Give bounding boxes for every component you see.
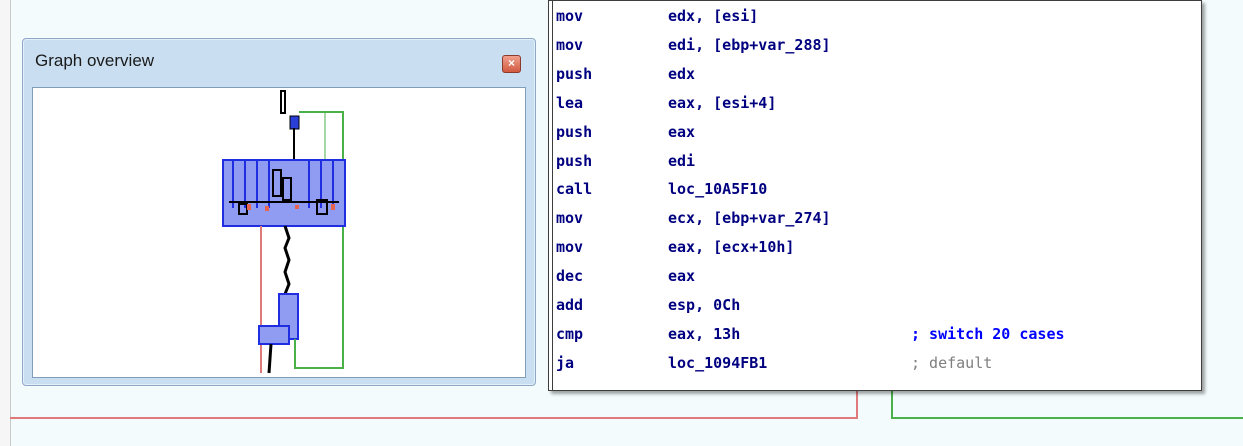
mnemonic[interactable]: mov: [556, 235, 583, 259]
instruction-row[interactable]: push edi: [556, 149, 1196, 173]
operand[interactable]: eax, [ecx+10h]: [668, 235, 794, 259]
mnemonic[interactable]: push: [556, 120, 592, 144]
comment: ; switch 20 cases: [911, 324, 1065, 343]
mnemonic[interactable]: ja: [556, 351, 574, 375]
graph-minimap: [222, 90, 346, 374]
instruction-row[interactable]: ja loc_1094FB1 ; default: [556, 351, 1196, 375]
operand[interactable]: eax: [668, 264, 695, 288]
minimap-exit-edge: [267, 343, 273, 374]
graph-overview-titlebar[interactable]: Graph overview ×: [23, 39, 535, 85]
graph-overview-panel[interactable]: Graph overview ×: [22, 38, 536, 386]
instruction-row[interactable]: push eax: [556, 120, 1196, 144]
instruction-row[interactable]: mov eax, [ecx+10h]: [556, 235, 1196, 259]
instruction-row[interactable]: lea eax, [esi+4]: [556, 91, 1196, 115]
mnemonic[interactable]: mov: [556, 206, 583, 230]
true-branch-edge: [891, 417, 1243, 419]
mnemonic[interactable]: lea: [556, 91, 583, 115]
graph-overview-canvas[interactable]: [32, 87, 526, 378]
false-branch-edge: [10, 417, 858, 419]
minimap-lower-block-2: [258, 325, 290, 345]
mnemonic[interactable]: add: [556, 293, 583, 317]
instruction-row[interactable]: mov edx, [esi]: [556, 4, 1196, 28]
instruction-row[interactable]: cmp eax, 13h ; switch 20 cases: [556, 322, 1196, 346]
mnemonic[interactable]: call: [556, 177, 592, 201]
operand[interactable]: loc_10A5F10: [668, 177, 767, 201]
true-branch-edge-vertical: [891, 388, 893, 419]
operand[interactable]: edx, [esi]: [668, 4, 758, 28]
operand[interactable]: eax, 13h: [668, 322, 740, 346]
mnemonic[interactable]: dec: [556, 264, 583, 288]
operand[interactable]: edx: [668, 62, 695, 86]
operand[interactable]: eax, [esi+4]: [668, 91, 776, 115]
minimap-loop-edge: [294, 228, 344, 369]
minimap-block: [289, 115, 300, 130]
minimap-entry-block: [280, 90, 286, 114]
comment: ; default: [911, 353, 993, 372]
instruction-row[interactable]: mov ecx, [ebp+var_274]: [556, 206, 1196, 230]
operand[interactable]: loc_1094FB1: [668, 351, 767, 375]
disassembly-node[interactable]: mov edx, [esi] mov edi, [ebp+var_288]push ed…: [548, 0, 1202, 391]
mnemonic[interactable]: cmp: [556, 322, 583, 346]
close-icon[interactable]: ×: [502, 55, 521, 73]
instruction-row[interactable]: call loc_10A5F10: [556, 177, 1196, 201]
instruction-row[interactable]: mov edi, [ebp+var_288]: [556, 33, 1196, 57]
instruction-row[interactable]: add esp, 0Ch: [556, 293, 1196, 317]
mnemonic[interactable]: mov: [556, 33, 583, 57]
operand[interactable]: eax: [668, 120, 695, 144]
operand[interactable]: edi: [668, 149, 695, 173]
graph-overview-title: Graph overview: [35, 51, 155, 70]
node-left-border: [552, 1, 553, 390]
instruction-row[interactable]: push edx: [556, 62, 1196, 86]
operand[interactable]: ecx, [ebp+var_274]: [668, 206, 831, 230]
mnemonic[interactable]: push: [556, 62, 592, 86]
minimap-chain: [283, 225, 291, 295]
instruction-row[interactable]: dec eax: [556, 264, 1196, 288]
operand[interactable]: esp, 0Ch: [668, 293, 740, 317]
false-branch-edge-vertical: [856, 388, 858, 419]
mnemonic[interactable]: push: [556, 149, 592, 173]
left-window-edge: [0, 0, 11, 446]
mnemonic[interactable]: mov: [556, 4, 583, 28]
operand[interactable]: edi, [ebp+var_288]: [668, 33, 831, 57]
